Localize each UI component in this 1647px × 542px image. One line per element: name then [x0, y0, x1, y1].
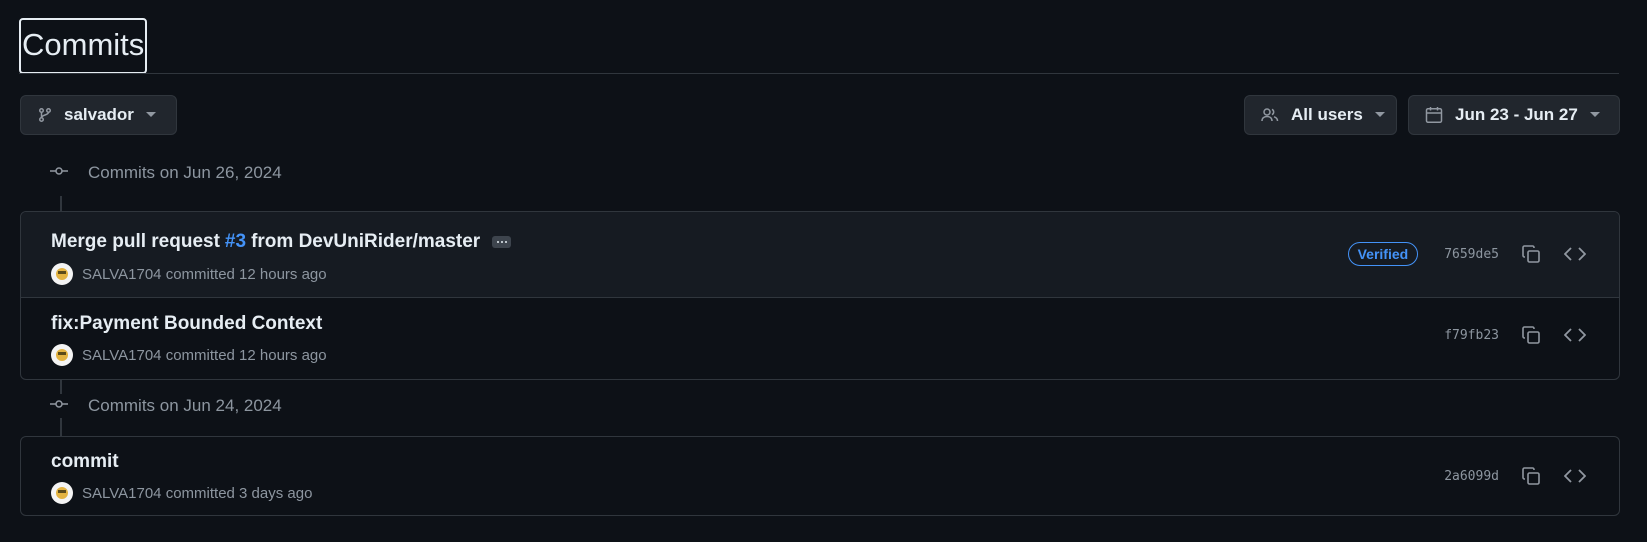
- commit-sha-link[interactable]: f79fb23: [1444, 328, 1499, 343]
- code-icon[interactable]: [1561, 462, 1589, 490]
- commit-message[interactable]: fix:Payment Bounded Context: [51, 313, 322, 335]
- avatar[interactable]: [51, 482, 73, 504]
- chevron-down-icon: [145, 112, 156, 118]
- commit-list: Merge pull request #3 from DevUniRider/m…: [20, 211, 1620, 380]
- calendar-icon: [1425, 106, 1443, 124]
- commit-author[interactable]: SALVA1704: [82, 266, 162, 283]
- commit-author[interactable]: SALVA1704: [82, 347, 162, 364]
- timeline-line: [60, 418, 62, 436]
- git-commit-icon: [50, 163, 68, 184]
- commit-row[interactable]: fix:Payment Bounded Context SALVA1704 co…: [21, 297, 1619, 379]
- copy-icon[interactable]: [1517, 462, 1545, 490]
- commit-message[interactable]: commit: [51, 451, 119, 473]
- expand-message-button[interactable]: [492, 236, 512, 248]
- people-icon: [1261, 107, 1279, 123]
- commit-message[interactable]: Merge pull request #3 from DevUniRider/m…: [51, 231, 512, 253]
- git-commit-icon: [50, 396, 68, 417]
- timeline-line: [60, 196, 62, 211]
- commit-message-text[interactable]: from DevUniRider/master: [251, 231, 480, 253]
- commit-time: committed 3 days ago: [165, 484, 313, 502]
- commit-meta: SALVA1704 committed 12 hours ago: [51, 344, 327, 366]
- copy-icon[interactable]: [1517, 240, 1545, 268]
- verified-badge[interactable]: Verified: [1347, 242, 1419, 266]
- commit-message-text[interactable]: Merge pull request: [51, 231, 220, 253]
- avatar[interactable]: [51, 263, 73, 285]
- code-icon[interactable]: [1561, 321, 1589, 349]
- chevron-down-icon: [1374, 112, 1385, 118]
- commit-group-date: Commits on Jun 26, 2024: [88, 163, 282, 182]
- code-icon[interactable]: [1561, 240, 1589, 268]
- chevron-down-icon: [1589, 112, 1600, 118]
- date-range-label: Jun 23 - Jun 27: [1455, 105, 1578, 124]
- commit-list: commit SALVA1704 committed 3 days ago 2a…: [20, 436, 1620, 516]
- git-branch-icon: [37, 107, 53, 123]
- date-range-button[interactable]: Jun 23 - Jun 27: [1408, 95, 1620, 135]
- commit-row[interactable]: Merge pull request #3 from DevUniRider/m…: [21, 212, 1619, 297]
- users-filter-label: All users: [1291, 105, 1363, 124]
- page-title: Commits: [19, 18, 148, 74]
- branch-selector-button[interactable]: salvador: [20, 95, 177, 135]
- commit-row[interactable]: commit SALVA1704 committed 3 days ago 2a…: [21, 437, 1619, 515]
- commit-time: committed 12 hours ago: [165, 265, 327, 283]
- commit-meta: SALVA1704 committed 12 hours ago: [51, 263, 327, 285]
- commit-group-heading: Commits on Jun 24, 2024: [50, 394, 282, 418]
- commit-group-date: Commits on Jun 24, 2024: [88, 396, 282, 415]
- commit-time: committed 12 hours ago: [165, 346, 327, 364]
- title-divider: [19, 73, 1619, 74]
- copy-icon[interactable]: [1517, 321, 1545, 349]
- avatar[interactable]: [51, 344, 73, 366]
- timeline-line: [60, 380, 62, 394]
- commit-group-heading: Commits on Jun 26, 2024: [50, 161, 282, 185]
- commit-author[interactable]: SALVA1704: [82, 485, 162, 502]
- commit-sha-link[interactable]: 2a6099d: [1444, 469, 1499, 484]
- commit-meta: SALVA1704 committed 3 days ago: [51, 482, 312, 504]
- users-filter-button[interactable]: All users: [1244, 95, 1397, 135]
- branch-selector-label: salvador: [64, 105, 134, 124]
- pull-request-link[interactable]: #3: [225, 231, 246, 253]
- commit-sha-link[interactable]: 7659de5: [1444, 247, 1499, 262]
